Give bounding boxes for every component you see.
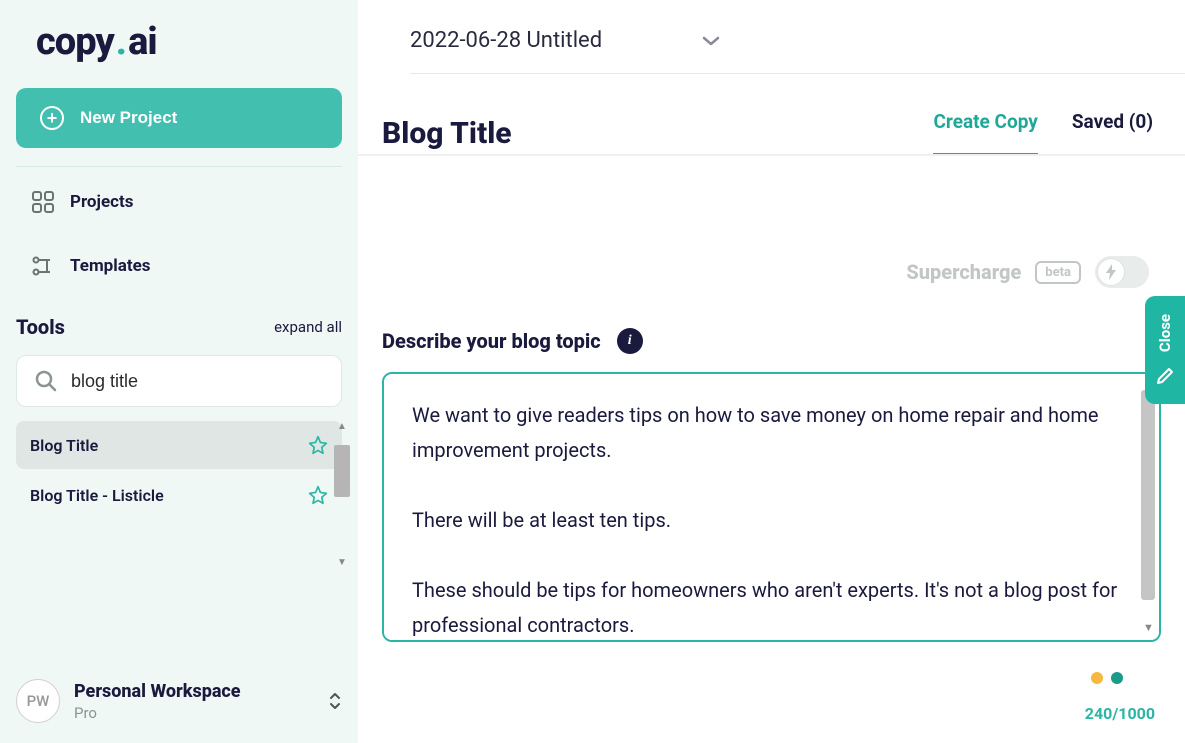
workspace-plan: Pro	[74, 704, 314, 722]
new-project-label: New Project	[80, 108, 177, 128]
plus-circle-icon: +	[40, 106, 64, 130]
beta-badge: beta	[1035, 261, 1081, 284]
nav-projects-label: Projects	[70, 192, 133, 212]
workspace-avatar: PW	[16, 679, 60, 723]
templates-icon	[32, 255, 54, 277]
grid-icon	[32, 191, 54, 213]
status-dot-warning	[1091, 672, 1103, 684]
scroll-down-arrow[interactable]: ▼	[334, 557, 350, 571]
tab-saved[interactable]: Saved (0)	[1072, 110, 1153, 156]
scroll-thumb[interactable]	[334, 445, 350, 497]
scroll-up-arrow[interactable]: ▲	[334, 421, 350, 435]
star-icon[interactable]	[308, 485, 328, 505]
blog-topic-textarea[interactable]	[382, 372, 1161, 642]
search-icon	[35, 370, 57, 392]
close-label: Close	[1156, 314, 1174, 352]
info-icon[interactable]: i	[617, 328, 643, 354]
chevron-up-down-icon	[328, 691, 342, 711]
nav-templates-label: Templates	[70, 256, 151, 276]
tool-item-blog-title-listicle[interactable]: Blog Title - Listicle	[16, 471, 342, 519]
tool-item-label: Blog Title - Listicle	[30, 486, 164, 505]
nav-projects[interactable]: Projects	[16, 173, 342, 231]
pencil-icon	[1155, 366, 1175, 386]
logo: copy.ai	[0, 20, 358, 88]
project-selector[interactable]: 2022-06-28 Untitled	[410, 28, 1185, 74]
project-title: 2022-06-28 Untitled	[410, 28, 602, 53]
status-indicators	[1091, 672, 1123, 684]
close-panel-button[interactable]: Close	[1145, 296, 1185, 404]
scroll-down-arrow[interactable]: ▼	[1143, 621, 1154, 634]
tool-item-label: Blog Title	[30, 436, 98, 455]
workspace-switcher[interactable]: PW Personal Workspace Pro	[0, 659, 358, 743]
tabs: Create Copy Saved (0)	[933, 110, 1153, 156]
supercharge-label: Supercharge	[906, 260, 1021, 284]
workspace-name: Personal Workspace	[74, 681, 314, 702]
tools-scrollbar[interactable]: ▲ ▼	[334, 421, 350, 571]
status-dot-ok	[1111, 672, 1123, 684]
character-count: 240/1000	[382, 704, 1161, 723]
tool-item-blog-title[interactable]: Blog Title	[16, 421, 342, 469]
nav-templates[interactable]: Templates	[16, 237, 342, 295]
expand-all-link[interactable]: expand all	[274, 318, 342, 336]
new-project-button[interactable]: + New Project	[16, 88, 342, 148]
chevron-down-icon	[702, 35, 720, 47]
lightning-icon	[1097, 258, 1125, 286]
divider	[16, 166, 342, 167]
supercharge-toggle[interactable]	[1095, 256, 1149, 288]
star-icon[interactable]	[308, 435, 328, 455]
prompt-label: Describe your blog topic	[382, 329, 601, 353]
scroll-thumb[interactable]	[1141, 390, 1155, 600]
tools-search-input[interactable]	[71, 371, 323, 392]
tools-list: Blog Title Blog Title - Listicle ▲ ▼	[16, 421, 342, 521]
tab-create-copy[interactable]: Create Copy	[933, 110, 1037, 156]
textarea-scrollbar[interactable]: ▼	[1139, 380, 1157, 634]
tools-search[interactable]	[16, 355, 342, 407]
tools-heading: Tools	[16, 315, 65, 339]
page-title: Blog Title	[382, 116, 512, 151]
